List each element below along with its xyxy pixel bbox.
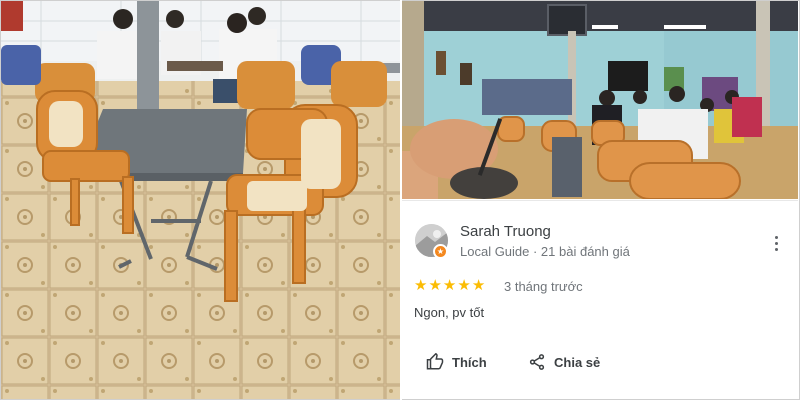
star-icon: ★ [442, 277, 457, 294]
more-dot [774, 235, 778, 239]
review-time: 3 tháng trước [504, 279, 583, 294]
review-card: ★ Sarah Truong Local Guide · 21 bài đánh… [402, 200, 798, 399]
restaurant-photo-main[interactable] [1, 1, 400, 399]
more-dot [774, 241, 778, 245]
more-dot [774, 247, 778, 251]
thumb-up-icon [426, 353, 444, 370]
rating-stars: ★ ★ ★ ★ ★ [414, 278, 485, 294]
review-text: Ngon, pv tốt [414, 305, 485, 320]
star-icon: ★ [414, 277, 428, 294]
star-icon: ★ [471, 277, 486, 294]
like-button[interactable]: Thích [426, 353, 487, 371]
star-icon: ★ [457, 277, 471, 294]
author-subtitle: Local Guide · 21 bài đánh giá [460, 244, 630, 259]
share-label: Chia sẻ [554, 354, 601, 370]
restaurant-photo-main-image [1, 1, 400, 399]
share-button[interactable]: Chia sẻ [528, 353, 600, 371]
like-label: Thích [452, 354, 487, 370]
restaurant-photo-secondary-image [402, 1, 798, 199]
restaurant-photo-secondary[interactable] [402, 1, 798, 199]
more-vert-icon[interactable] [766, 233, 786, 253]
local-guide-badge-icon: ★ [433, 244, 448, 259]
author-name[interactable]: Sarah Truong [460, 223, 551, 240]
star-icon: ★ [428, 277, 442, 294]
share-icon [529, 354, 545, 370]
